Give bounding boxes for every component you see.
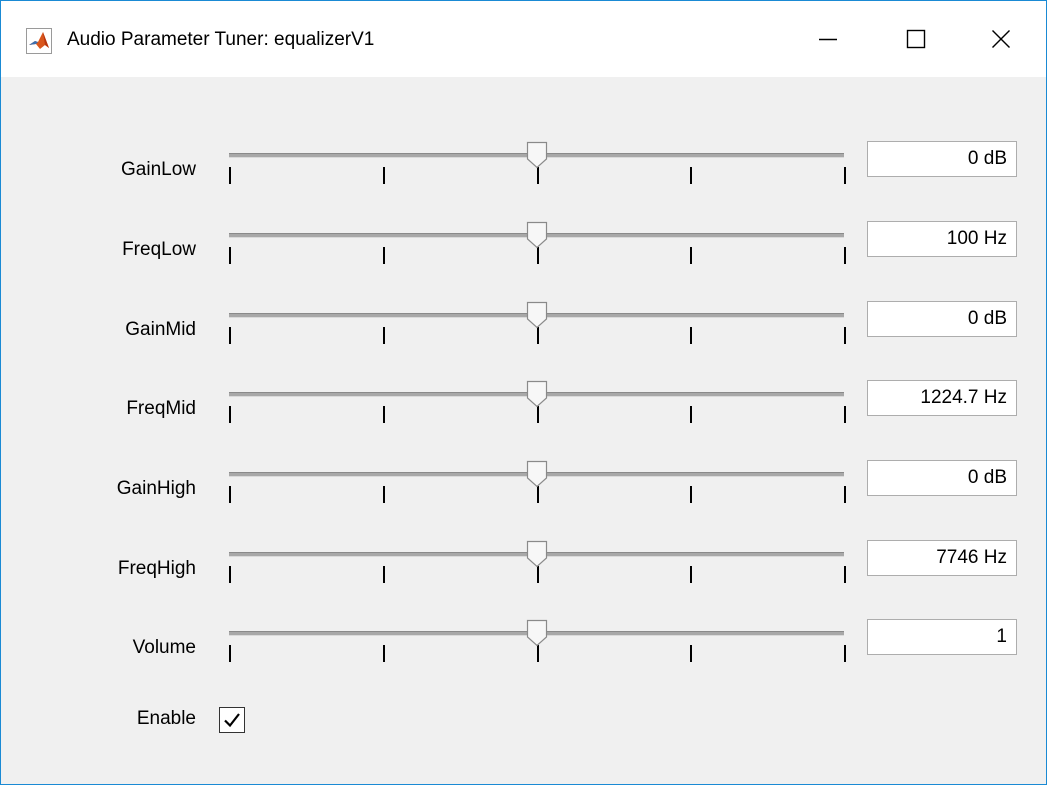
slider-tick [383, 566, 385, 583]
slider-tick [383, 327, 385, 344]
parameter-value-field[interactable]: 1224.7 Hz [867, 380, 1017, 416]
maximize-icon [906, 29, 926, 49]
parameter-row-volume: Volume 1 [1, 619, 1046, 679]
slider-tick [537, 247, 539, 264]
slider-tick [537, 486, 539, 503]
parameter-label: Volume [132, 637, 196, 658]
slider-tick [844, 645, 846, 662]
slider-tick [844, 406, 846, 423]
slider-tick [383, 247, 385, 264]
parameter-label: GainHigh [116, 478, 196, 499]
maximize-button[interactable] [886, 15, 946, 63]
close-icon [992, 30, 1010, 48]
parameter-slider[interactable] [229, 460, 849, 520]
parameter-row-gainmid: GainMid 0 dB [1, 301, 1046, 361]
minimize-icon [819, 38, 837, 41]
tuner-window: Audio Parameter Tuner: equalizerV1 GainL… [0, 0, 1047, 785]
slider-thumb[interactable] [526, 141, 548, 169]
parameter-label: GainMid [125, 319, 196, 340]
checkmark-icon [224, 713, 240, 728]
slider-tick [537, 406, 539, 423]
parameter-slider[interactable] [229, 380, 849, 440]
parameter-value-field[interactable]: 1 [867, 619, 1017, 655]
parameter-slider[interactable] [229, 301, 849, 361]
slider-tick [229, 486, 231, 503]
parameter-label: FreqLow [122, 239, 196, 260]
slider-tick [690, 566, 692, 583]
slider-thumb[interactable] [526, 619, 548, 647]
parameter-slider[interactable] [229, 619, 849, 679]
slider-thumb[interactable] [526, 460, 548, 488]
slider-tick [537, 327, 539, 344]
parameter-label: FreqMid [126, 398, 196, 419]
slider-tick [690, 327, 692, 344]
parameter-row-freqhigh: FreqHigh 7746 Hz [1, 540, 1046, 600]
slider-tick [844, 327, 846, 344]
parameter-row-freqlow: FreqLow 100 Hz [1, 221, 1046, 281]
parameter-value-field[interactable]: 0 dB [867, 141, 1017, 177]
title-bar[interactable]: Audio Parameter Tuner: equalizerV1 [1, 1, 1046, 77]
slider-tick [383, 486, 385, 503]
parameter-label: GainLow [121, 159, 196, 180]
parameter-slider[interactable] [229, 540, 849, 600]
parameter-value-field[interactable]: 7746 Hz [867, 540, 1017, 576]
parameter-row-freqmid: FreqMid 1224.7 Hz [1, 380, 1046, 440]
slider-tick [690, 406, 692, 423]
matlab-icon [26, 28, 52, 54]
slider-tick [844, 566, 846, 583]
slider-tick [690, 486, 692, 503]
slider-tick [229, 645, 231, 662]
slider-tick [844, 167, 846, 184]
slider-thumb[interactable] [526, 380, 548, 408]
parameter-row-gainhigh: GainHigh 0 dB [1, 460, 1046, 520]
slider-thumb[interactable] [526, 540, 548, 568]
slider-thumb[interactable] [526, 301, 548, 329]
slider-tick [844, 486, 846, 503]
slider-tick [690, 645, 692, 662]
slider-tick [690, 167, 692, 184]
parameter-value-field[interactable]: 0 dB [867, 460, 1017, 496]
slider-thumb[interactable] [526, 221, 548, 249]
parameter-value-field[interactable]: 100 Hz [867, 221, 1017, 257]
slider-tick [383, 167, 385, 184]
enable-label: Enable [136, 708, 196, 729]
parameter-row-gainlow: GainLow 0 dB [1, 141, 1046, 201]
slider-tick [383, 406, 385, 423]
slider-tick [229, 167, 231, 184]
minimize-button[interactable] [798, 15, 858, 63]
parameter-slider[interactable] [229, 141, 849, 201]
enable-checkbox[interactable] [219, 707, 245, 733]
slider-tick [229, 247, 231, 264]
slider-tick [383, 645, 385, 662]
slider-tick [537, 167, 539, 184]
slider-tick [229, 327, 231, 344]
slider-tick [229, 406, 231, 423]
parameter-slider[interactable] [229, 221, 849, 281]
slider-tick [537, 566, 539, 583]
window-title: Audio Parameter Tuner: equalizerV1 [67, 29, 375, 50]
close-button[interactable] [971, 15, 1031, 63]
parameter-label: FreqHigh [117, 558, 196, 579]
slider-tick [844, 247, 846, 264]
slider-tick [537, 645, 539, 662]
slider-tick [229, 566, 231, 583]
slider-tick [690, 247, 692, 264]
parameter-value-field[interactable]: 0 dB [867, 301, 1017, 337]
